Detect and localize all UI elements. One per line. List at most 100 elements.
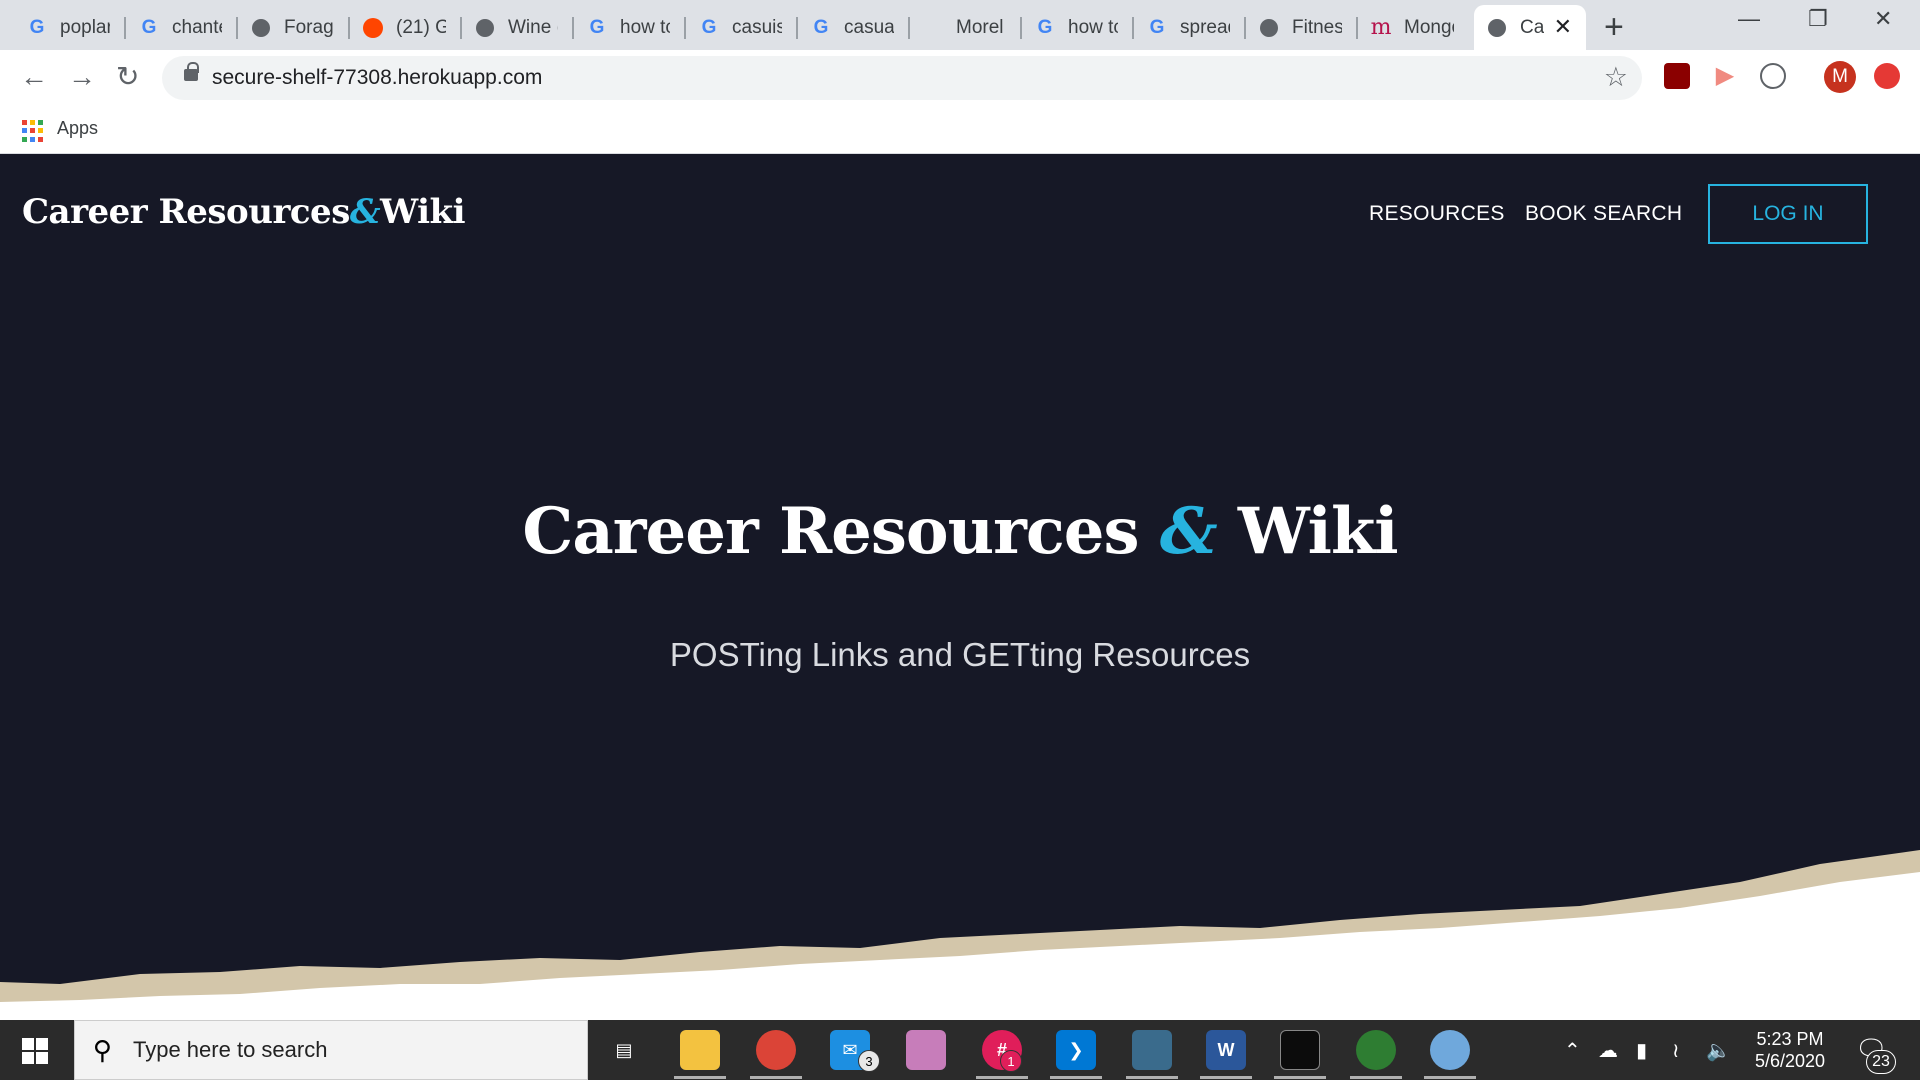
snip-tool-icon[interactable]: [906, 1030, 946, 1070]
update-icon[interactable]: [1874, 63, 1900, 89]
mysql-indicator: [1126, 1076, 1178, 1079]
browser-tab[interactable]: (21) Ge: [350, 5, 462, 50]
vscode-icon[interactable]: ❯: [1056, 1030, 1096, 1070]
file-explorer-icon[interactable]: [680, 1030, 720, 1070]
restore-button[interactable]: ❐: [1808, 6, 1828, 32]
browser-tab-title: Fitness: [1292, 16, 1342, 38]
mail-badge: 3: [858, 1050, 880, 1072]
browser-tab[interactable]: Gcasuali: [798, 5, 910, 50]
mysql-workbench-icon[interactable]: [1132, 1030, 1172, 1070]
google-icon: G: [701, 16, 717, 38]
chrome-icon[interactable]: [756, 1030, 796, 1070]
browser-tab[interactable]: Gchante: [126, 5, 238, 50]
cloud-icon[interactable]: ☁: [1598, 1038, 1618, 1063]
browser-tab-title: how tc: [1068, 16, 1118, 38]
torn-paper-divider: [0, 850, 1920, 1020]
browser-tab-title: Foragi: [284, 16, 334, 38]
site-logo[interactable]: Career Resources&Wiki: [22, 192, 466, 232]
search-icon: ⚲: [93, 1035, 113, 1065]
browser-tab-title: casuist: [732, 16, 782, 38]
browser-tab[interactable]: Fitness: [1246, 5, 1358, 50]
globe-icon: [1258, 17, 1280, 39]
browser-tab-strip: GpoplarGchanteForagi(21) GeWine (Ghow tc…: [0, 0, 1920, 50]
system-clock[interactable]: 5:23 PM 5/6/2020: [1740, 1028, 1840, 1072]
browser-tab[interactable]: Ghow tc: [1022, 5, 1134, 50]
slack-indicator: [976, 1076, 1028, 1079]
chevron-up-icon[interactable]: ⌃: [1564, 1038, 1581, 1063]
windows-taskbar: ⚲ Type here to search ▤ ✉ 3 # 1 ❯ W ⌃ ☁ …: [0, 1020, 1920, 1080]
globe-icon: [1486, 17, 1508, 39]
globe-icon: [250, 17, 272, 39]
url-text[interactable]: secure-shelf-77308.herokuapp.com: [212, 66, 542, 90]
browser-toolbar: ← → ↻ secure-shelf-77308.herokuapp.com ☆…: [0, 50, 1920, 106]
paint-icon[interactable]: [1430, 1030, 1470, 1070]
browser-tab-title: Ca: [1520, 16, 1544, 38]
clock-date: 5/6/2020: [1754, 1051, 1826, 1071]
wifi-icon[interactable]: ≀: [1672, 1038, 1680, 1063]
browser-tab-title: poplar: [60, 16, 110, 38]
nav-resources-link[interactable]: RESOURCES: [1369, 202, 1505, 226]
windows-start-icon[interactable]: [22, 1038, 48, 1064]
hero-ampersand: &: [1159, 494, 1218, 569]
browser-tab[interactable]: Ghow tc: [574, 5, 686, 50]
ublock-extension-icon[interactable]: [1664, 63, 1690, 89]
login-button[interactable]: LOG IN: [1708, 184, 1868, 244]
file-explorer-indicator: [674, 1076, 726, 1079]
lock-icon: [184, 62, 199, 81]
browser-tab[interactable]: Gspread: [1134, 5, 1246, 50]
address-bar[interactable]: secure-shelf-77308.herokuapp.com ☆: [162, 56, 1642, 100]
hero-subtitle: POSTing Links and GETting Resources: [669, 636, 1251, 673]
bookmark-star-icon[interactable]: ☆: [1604, 62, 1628, 93]
battery-icon[interactable]: ▮: [1636, 1038, 1647, 1063]
browser-tab[interactable]: Foragi: [238, 5, 350, 50]
hero-title-text-2: Wiki: [1216, 494, 1399, 569]
apps-grid-icon[interactable]: [22, 120, 44, 142]
robo3t-indicator: [1350, 1076, 1402, 1079]
google-icon: G: [1037, 16, 1053, 38]
logo-ampersand: &: [349, 192, 381, 232]
task-view-icon[interactable]: ▤: [604, 1030, 644, 1070]
google-icon: G: [29, 16, 45, 38]
browser-tab[interactable]: Gpoplar: [14, 5, 126, 50]
hero-title: Career Resources & Wiki: [0, 494, 1920, 569]
browser-tab-title: casuali: [844, 16, 894, 38]
close-window-button[interactable]: ✕: [1874, 6, 1892, 32]
web-page: Career Resources&Wiki RESOURCES BOOK SEA…: [0, 154, 1920, 1020]
browser-tab-title: Morel: [956, 16, 1004, 38]
apps-label[interactable]: Apps: [57, 118, 98, 139]
google-icon: G: [589, 16, 605, 38]
extension-circle-icon[interactable]: [1760, 63, 1786, 89]
browser-tab-title: Mongo: [1404, 16, 1454, 38]
browser-tab-title: how tc: [620, 16, 670, 38]
terminal-icon[interactable]: [1280, 1030, 1320, 1070]
robo3t-icon[interactable]: [1356, 1030, 1396, 1070]
nav-book-search-link[interactable]: BOOK SEARCH: [1525, 202, 1682, 226]
back-button[interactable]: ←: [20, 61, 48, 93]
browser-tab[interactable]: Wine (: [462, 5, 574, 50]
browser-tab[interactable]: Ca ✕: [1474, 5, 1586, 50]
word-icon[interactable]: W: [1206, 1030, 1246, 1070]
close-tab-icon[interactable]: ✕: [1554, 16, 1572, 38]
taskbar-search-placeholder: Type here to search: [133, 1037, 328, 1062]
chrome-indicator: [750, 1076, 802, 1079]
minimize-button[interactable]: —: [1738, 6, 1760, 32]
taskbar-search-box[interactable]: ⚲ Type here to search: [74, 1020, 588, 1080]
profile-avatar[interactable]: M: [1824, 61, 1856, 93]
forward-button[interactable]: →: [68, 61, 96, 93]
browser-tab[interactable]: Gcasuist: [686, 5, 798, 50]
m-icon: m: [1370, 15, 1392, 40]
browser-tab-title: chante: [172, 16, 222, 38]
word-indicator: [1200, 1076, 1252, 1079]
logo-text-2: Wiki: [380, 192, 466, 232]
volume-icon[interactable]: 🔈: [1706, 1038, 1731, 1063]
browser-tab[interactable]: Morel: [910, 5, 1022, 50]
browser-tab-title: (21) Ge: [396, 16, 446, 38]
browser-tab-title: spread: [1180, 16, 1230, 38]
clock-time: 5:23 PM: [1756, 1029, 1824, 1049]
reload-button[interactable]: ↻: [116, 61, 139, 93]
terminal-indicator: [1274, 1076, 1326, 1079]
video-extension-icon[interactable]: ▶: [1712, 63, 1738, 89]
browser-tab[interactable]: m Mongo: [1358, 5, 1470, 50]
hero-title-text-1: Career Resources: [522, 494, 1160, 569]
new-tab-button[interactable]: +: [1604, 8, 1624, 47]
